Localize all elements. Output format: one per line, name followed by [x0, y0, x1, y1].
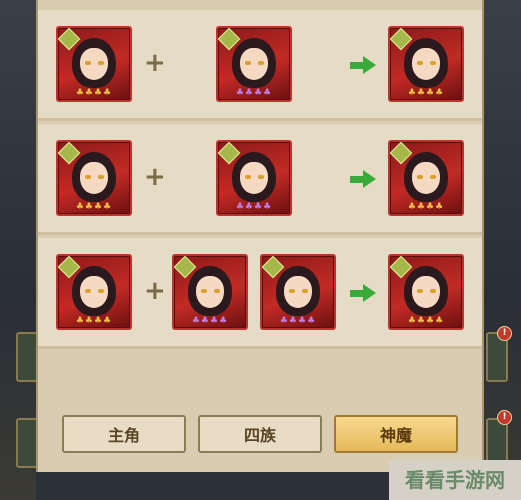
star-rating-gold: ♣♣♣♣ [407, 316, 445, 326]
hero-card-input[interactable]: ♣♣♣♣ [56, 140, 132, 216]
star-rating-gold: ♣♣♣♣ [75, 202, 113, 212]
star-rating-gold: ♣♣♣♣ [75, 316, 113, 326]
hero-card-input[interactable]: ♣♣♣♣ [172, 254, 248, 330]
alert-badge: ! [497, 410, 512, 425]
side-slot[interactable] [16, 418, 38, 468]
recipe-row-1: ♣♣♣♣ + ♣♣♣♣ ♣♣♣♣ [38, 10, 482, 121]
star-rating-gold: ♣♣♣♣ [407, 202, 445, 212]
tab-protagonist[interactable]: 主角 [62, 415, 186, 453]
hero-card-input[interactable]: ♣♣♣♣ [260, 254, 336, 330]
watermark: 看看手游网 [389, 460, 521, 500]
hero-card-output[interactable]: ♣♣♣♣ [388, 254, 464, 330]
plus-sign: + [144, 162, 166, 192]
star-rating-purple: ♣♣♣♣ [279, 316, 317, 326]
hero-card-input[interactable]: ♣♣♣♣ [56, 26, 132, 102]
recipe-row-2: ♣♣♣♣ + ♣♣♣♣ ♣♣♣♣ [38, 124, 482, 235]
arrow-right-icon [350, 284, 376, 302]
star-rating-purple: ♣♣♣♣ [235, 202, 273, 212]
tab-gods-demons[interactable]: 神魔 [334, 415, 458, 453]
hero-card-input[interactable]: ♣♣♣♣ [216, 26, 292, 102]
tab-four-clans[interactable]: 四族 [198, 415, 322, 453]
arrow-right-icon [350, 170, 376, 188]
star-rating-gold: ♣♣♣♣ [407, 88, 445, 98]
hero-card-input[interactable]: ♣♣♣♣ [56, 254, 132, 330]
star-rating-purple: ♣♣♣♣ [191, 316, 229, 326]
plus-sign: + [144, 48, 166, 78]
side-slot[interactable] [16, 332, 38, 382]
arrow-right-icon [350, 56, 376, 74]
hero-card-output[interactable]: ♣♣♣♣ [388, 26, 464, 102]
recipe-row-3: ♣♣♣♣ + ♣♣♣♣ ♣♣♣♣ ♣♣♣♣ [38, 238, 482, 349]
hero-card-output[interactable]: ♣♣♣♣ [388, 140, 464, 216]
star-rating-purple: ♣♣♣♣ [235, 88, 273, 98]
alert-badge: ! [497, 326, 512, 341]
fusion-panel: ♣♣♣♣ + ♣♣♣♣ ♣♣♣♣ ♣♣♣♣ + ♣♣♣♣ ♣♣♣♣ ♣♣♣♣ +… [36, 0, 484, 472]
plus-sign: + [144, 276, 166, 306]
star-rating-gold: ♣♣♣♣ [75, 88, 113, 98]
hero-card-input[interactable]: ♣♣♣♣ [216, 140, 292, 216]
